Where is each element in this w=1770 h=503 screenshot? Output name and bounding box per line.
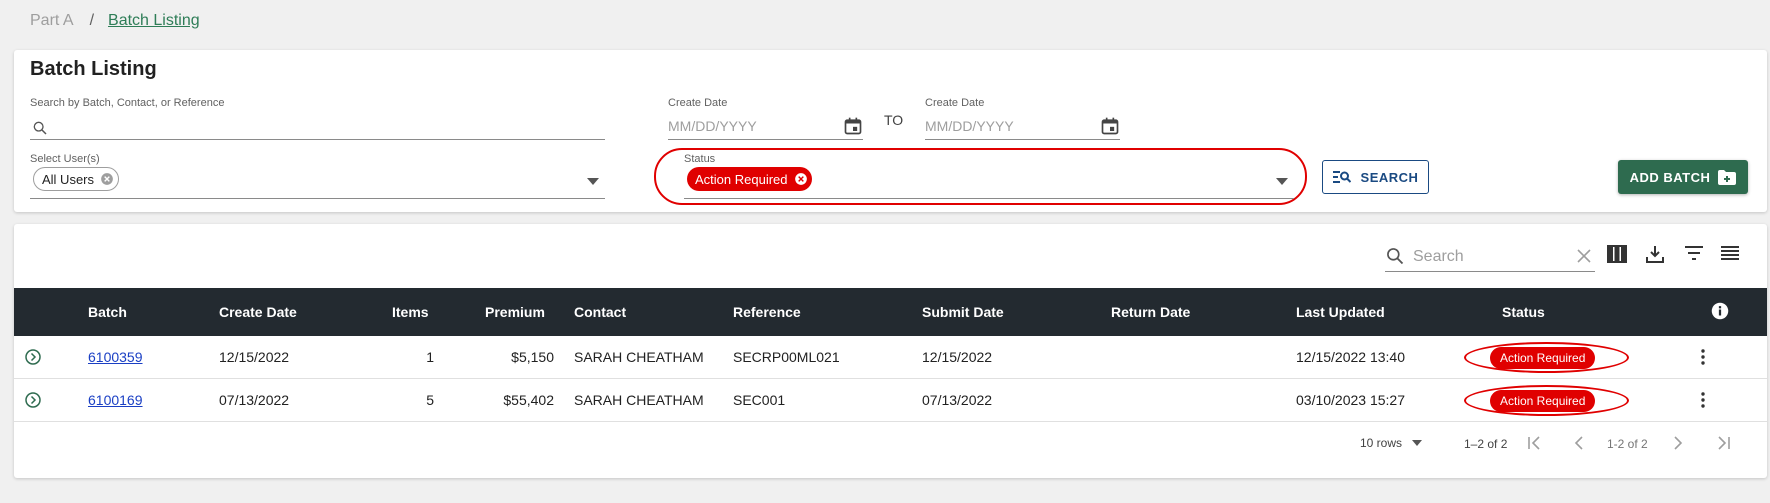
dropdown-caret-icon[interactable] — [1276, 178, 1288, 185]
premium-cell: $55,402 — [503, 392, 554, 408]
submit-date-cell: 12/15/2022 — [922, 349, 993, 365]
column-header-status[interactable]: Status — [1502, 304, 1545, 320]
reference-cell: SEC001 — [733, 392, 786, 408]
close-circle-icon[interactable] — [100, 172, 114, 186]
reference-cell: SECRP00ML021 — [733, 349, 840, 365]
users-chip-label: All Users — [42, 171, 95, 187]
column-header-create-date[interactable]: Create Date — [219, 304, 297, 320]
create-date-to-input[interactable]: MM/DD/YYYY — [925, 112, 1120, 140]
pagination-range: 1–2 of 2 — [1464, 437, 1508, 451]
page-title: Batch Listing — [30, 58, 157, 80]
create-date-to-placeholder: MM/DD/YYYY — [925, 118, 1014, 134]
rows-per-page-label: 10 rows — [1360, 436, 1403, 450]
create-date-to-label: Create Date — [925, 97, 985, 109]
status-badge: Action Required — [1490, 390, 1596, 412]
rows-per-page-select[interactable]: 10 rows — [1360, 436, 1423, 450]
status-badge: Action Required — [1490, 347, 1596, 369]
density-icon[interactable] — [1721, 245, 1739, 261]
pagination-range-secondary: 1-2 of 2 — [1607, 437, 1648, 451]
users-chip[interactable]: All Users — [33, 167, 120, 191]
add-batch-button[interactable]: ADD BATCH — [1618, 160, 1748, 194]
create-date-cell: 07/13/2022 — [219, 392, 290, 408]
table-header: Batch Create Date Items Premium Contact … — [14, 288, 1767, 336]
batch-link[interactable]: 6100359 — [88, 349, 143, 365]
items-cell: 5 — [426, 392, 434, 408]
search-list-icon — [1332, 170, 1351, 184]
columns-icon[interactable] — [1607, 245, 1627, 263]
breadcrumb-separator: / — [89, 12, 95, 29]
download-icon[interactable] — [1646, 245, 1664, 263]
clear-icon[interactable] — [1577, 249, 1591, 263]
contact-cell: SARAH CHEATHAM — [574, 392, 704, 408]
create-date-from-label: Create Date — [668, 97, 728, 109]
breadcrumb-parent[interactable]: Part A — [30, 12, 74, 30]
prev-page-icon[interactable] — [1574, 436, 1584, 450]
close-circle-icon[interactable] — [794, 172, 808, 186]
table-search-input[interactable]: Search — [1385, 242, 1595, 272]
premium-cell: $5,150 — [511, 349, 554, 365]
column-header-premium[interactable]: Premium — [485, 304, 545, 320]
batch-search-input[interactable] — [30, 114, 605, 140]
search-button[interactable]: SEARCH — [1322, 160, 1429, 194]
status-select[interactable]: Action Required — [684, 164, 1294, 199]
dropdown-caret-icon[interactable] — [587, 178, 599, 185]
contact-cell: SARAH CHEATHAM — [574, 349, 704, 365]
column-header-return-date[interactable]: Return Date — [1111, 304, 1190, 320]
status-chip-label: Action Required — [695, 171, 788, 187]
search-icon — [1385, 246, 1405, 266]
expand-circle-icon[interactable] — [25, 392, 41, 408]
search-field-label: Search by Batch, Contact, or Reference — [30, 97, 225, 109]
more-vertical-icon[interactable] — [1701, 349, 1705, 365]
calendar-icon[interactable] — [1100, 116, 1120, 136]
column-header-submit-date[interactable]: Submit Date — [922, 304, 1004, 320]
breadcrumb: Part A / Batch Listing — [30, 12, 200, 30]
table-search-placeholder: Search — [1413, 248, 1464, 265]
column-header-items[interactable]: Items — [392, 304, 429, 320]
submit-date-cell: 07/13/2022 — [922, 392, 993, 408]
batch-link[interactable]: 6100169 — [88, 392, 143, 408]
filter-icon[interactable] — [1684, 245, 1704, 261]
last-updated-cell: 03/10/2023 15:27 — [1296, 392, 1405, 408]
create-date-from-input[interactable]: MM/DD/YYYY — [668, 112, 863, 140]
status-chip[interactable]: Action Required — [687, 167, 812, 191]
dropdown-caret-icon — [1412, 440, 1423, 446]
search-button-label: SEARCH — [1360, 169, 1419, 185]
next-page-icon[interactable] — [1673, 436, 1683, 450]
last-page-icon[interactable] — [1717, 436, 1731, 450]
first-page-icon[interactable] — [1527, 436, 1541, 450]
create-date-from-placeholder: MM/DD/YYYY — [668, 118, 757, 134]
add-batch-label: ADD BATCH — [1629, 169, 1711, 185]
expand-circle-icon[interactable] — [25, 349, 41, 365]
calendar-icon[interactable] — [843, 116, 863, 136]
folder-add-icon — [1718, 169, 1737, 185]
column-header-contact[interactable]: Contact — [574, 304, 626, 320]
column-header-reference[interactable]: Reference — [733, 304, 801, 320]
breadcrumb-current-link[interactable]: Batch Listing — [108, 12, 200, 30]
items-cell: 1 — [426, 349, 434, 365]
search-icon — [32, 120, 48, 136]
batch-table-panel: Search Batch Create Date Items Premium C… — [14, 224, 1767, 478]
column-header-last-updated[interactable]: Last Updated — [1296, 304, 1385, 320]
table-pagination: 10 rows 1–2 of 2 1-2 of 2 — [14, 426, 1767, 466]
more-vertical-icon[interactable] — [1701, 392, 1705, 408]
info-icon[interactable] — [1711, 302, 1729, 320]
column-header-batch[interactable]: Batch — [88, 304, 127, 320]
filter-panel: Batch Listing Search by Batch, Contact, … — [14, 50, 1767, 212]
table-row: 6100169 07/13/2022 5 $55,402 SARAH CHEAT… — [14, 379, 1767, 422]
last-updated-cell: 12/15/2022 13:40 — [1296, 349, 1405, 365]
users-select[interactable]: All Users — [30, 164, 605, 199]
date-range-to-label: TO — [884, 112, 904, 128]
create-date-cell: 12/15/2022 — [219, 349, 290, 365]
table-row: 6100359 12/15/2022 1 $5,150 SARAH CHEATH… — [14, 336, 1767, 379]
